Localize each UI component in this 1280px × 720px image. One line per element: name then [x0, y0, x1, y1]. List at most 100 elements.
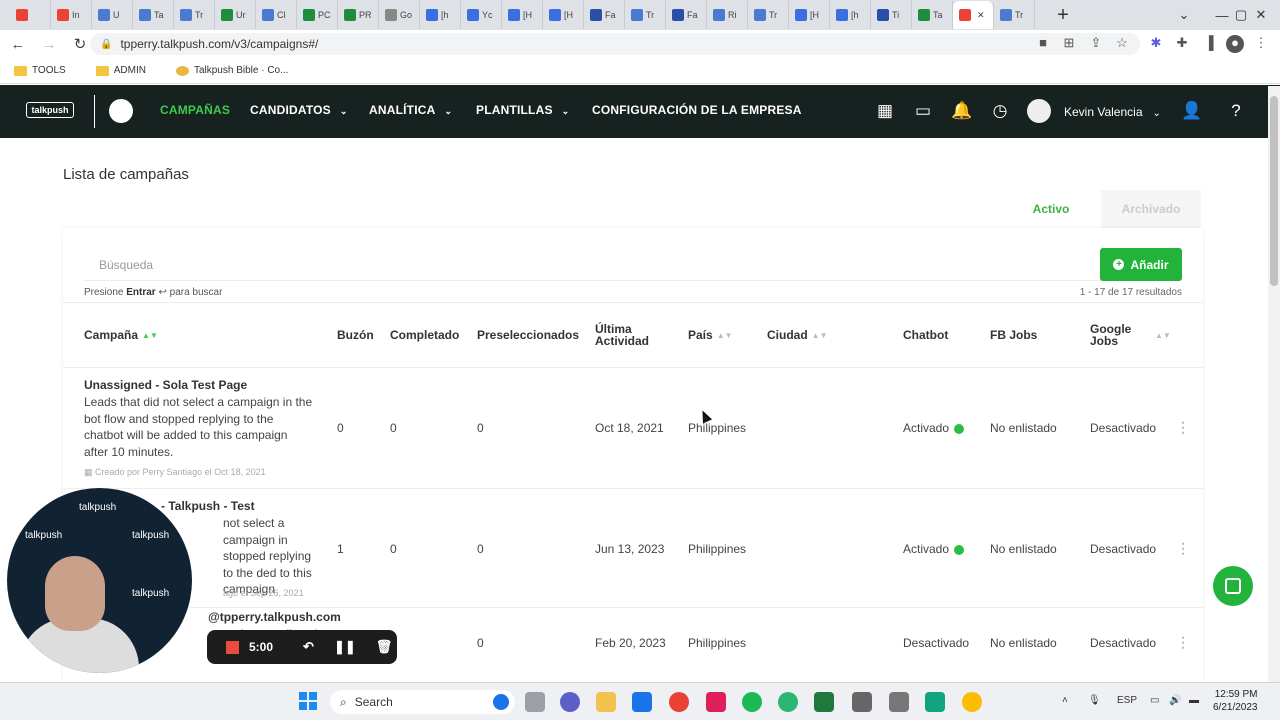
menu-dots-icon[interactable]: ⋮	[1252, 35, 1270, 53]
trash-icon[interactable]: 🗑	[376, 639, 393, 655]
share-icon[interactable]: ⇪	[1087, 35, 1105, 53]
browser-tab[interactable]: U	[92, 1, 133, 29]
taskbar-search[interactable]: ⌕ Search	[330, 690, 515, 714]
shortlisted-count[interactable]: 0	[477, 636, 484, 650]
chat-launcher-button[interactable]	[1213, 566, 1253, 606]
volume-icon[interactable]: 🔊	[1169, 695, 1181, 706]
completed-count[interactable]: 0	[390, 421, 397, 435]
network-icon[interactable]: ▭	[1150, 695, 1159, 706]
calendar-icon[interactable]: ▦	[874, 100, 896, 122]
url-field[interactable]: 🔒 tpperry.talkpush.com/v3/campaigns#/	[90, 33, 1140, 55]
file-explorer-icon[interactable]	[525, 692, 545, 712]
bookmark-tools[interactable]: TOOLS	[14, 65, 66, 76]
nav-company-settings[interactable]: CONFIGURACIÓN DE LA EMPRESA	[592, 103, 802, 117]
inbox-count[interactable]: 0	[337, 421, 344, 435]
stop-record-icon[interactable]	[226, 640, 239, 654]
table-row[interactable]: Unassigned - Sola Test Page Leads that d…	[63, 368, 1203, 489]
user-settings-icon[interactable]: 👤	[1181, 100, 1203, 122]
extension-icon[interactable]: ✱	[1147, 35, 1165, 53]
browser-tab[interactable]: Tr	[748, 1, 789, 29]
browser-tab[interactable]	[10, 1, 51, 29]
browser-tab[interactable]: [h	[420, 1, 461, 29]
browser-tab[interactable]: Ta	[133, 1, 174, 29]
battery-icon[interactable]: ▬	[1189, 695, 1199, 706]
microphone-icon[interactable]: 🎙	[1088, 695, 1101, 706]
browser-tab[interactable]: Cl	[256, 1, 297, 29]
nav-campaigns[interactable]: CAMPAÑAS	[160, 103, 230, 117]
bookmark-admin[interactable]: ADMIN	[95, 65, 146, 76]
campaign-name[interactable]: Unassigned - Sola Test Page	[84, 378, 247, 392]
shortlisted-count[interactable]: 0	[477, 421, 484, 435]
browser-tab[interactable]: Tr	[994, 1, 1035, 29]
talkpush-logo[interactable]: talkpush	[26, 102, 74, 118]
close-tab-icon[interactable]: ✕	[977, 10, 985, 21]
puzzle-icon[interactable]: ✚	[1173, 35, 1191, 53]
browser-tab[interactable]: Tr	[174, 1, 215, 29]
col-country[interactable]: País ▲▼	[688, 329, 733, 342]
avatar[interactable]	[1027, 99, 1051, 123]
search-input[interactable]: Búsqueda	[99, 258, 153, 272]
pause-icon[interactable]: ❚❚	[334, 639, 356, 655]
chatbot-status[interactable]: Desactivado	[903, 636, 969, 650]
browser-tab[interactable]: ✕	[953, 1, 994, 29]
teams-icon[interactable]	[560, 692, 580, 712]
tool-icon[interactable]	[889, 692, 909, 712]
help-icon[interactable]: ?	[1225, 100, 1247, 122]
language-indicator[interactable]: ESP	[1117, 695, 1137, 706]
bell-icon[interactable]: 🔔	[951, 100, 973, 122]
browser-tab[interactable]: Yc	[461, 1, 502, 29]
sidebar-icon[interactable]: ▐	[1200, 35, 1218, 53]
scrollbar-thumb[interactable]	[1270, 96, 1278, 286]
profile-icon[interactable]: ●	[1226, 35, 1244, 53]
browser-tab[interactable]: Fa	[666, 1, 707, 29]
col-google-jobs[interactable]: Google Jobs	[1090, 323, 1140, 347]
bookmark-talkpush-bible[interactable]: Talkpush Bible · Co...	[175, 65, 288, 76]
browser-tab[interactable]: Tr	[625, 1, 666, 29]
add-campaign-button[interactable]: + Añadir	[1100, 248, 1182, 281]
back-icon[interactable]: ←	[5, 36, 31, 53]
browser-tab[interactable]: Ti	[871, 1, 912, 29]
browser-tab[interactable]: [H	[543, 1, 584, 29]
browser-tab[interactable]: Ta	[912, 1, 953, 29]
feedback-icon[interactable]: ▭	[912, 100, 934, 122]
browser-tab[interactable]: PR	[338, 1, 379, 29]
col-city[interactable]: Ciudad ▲▼	[767, 329, 828, 342]
company-logo-circle[interactable]	[109, 99, 133, 123]
folder-icon[interactable]	[596, 692, 616, 712]
browser-tab[interactable]: Ur	[215, 1, 256, 29]
bookmark-star-icon[interactable]: ☆	[1113, 35, 1131, 53]
chrome-icon[interactable]	[669, 692, 689, 712]
chatbot-status[interactable]: Activado	[903, 542, 965, 556]
browser-tab[interactable]: Go	[379, 1, 420, 29]
tab-search-chevron-icon[interactable]: ⌄	[1165, 0, 1203, 30]
browser-tab[interactable]: [H	[789, 1, 830, 29]
keyboard-icon[interactable]	[852, 692, 872, 712]
inbox-count[interactable]: 1	[337, 542, 344, 556]
col-google-jobs-sort[interactable]: ▲▼	[1151, 329, 1171, 342]
row-menu-icon[interactable]: ⋮	[1176, 634, 1190, 651]
shortlisted-count[interactable]: 0	[477, 542, 484, 556]
close-window-icon[interactable]: ✕	[1242, 0, 1280, 30]
nav-candidates[interactable]: CANDIDATOS ⌄	[250, 103, 348, 117]
row-menu-icon[interactable]: ⋮	[1176, 540, 1190, 557]
new-tab-icon[interactable]: +	[1053, 4, 1073, 27]
page-scrollbar[interactable]	[1268, 86, 1280, 682]
user-menu[interactable]: Kevin Valencia ⌄	[1064, 105, 1161, 119]
history-icon[interactable]: ◷	[989, 100, 1011, 122]
taskbar-clock[interactable]: 12:59 PM 6/21/2023	[1213, 688, 1258, 714]
nav-analytics[interactable]: ANALÍTICA ⌄	[369, 103, 452, 117]
browser-tab[interactable]: Fa	[584, 1, 625, 29]
chrome-active-icon[interactable]	[962, 692, 982, 712]
undo-icon[interactable]: ↶	[303, 639, 314, 655]
browser-tab[interactable]: [h	[830, 1, 871, 29]
recorder-app-icon[interactable]	[925, 692, 945, 712]
col-campaign[interactable]: Campaña ▲▼	[84, 329, 158, 342]
app-icon[interactable]	[778, 692, 798, 712]
camera-icon[interactable]: ■	[1034, 35, 1052, 53]
nav-templates[interactable]: PLANTILLAS ⌄	[476, 103, 569, 117]
campaign-name[interactable]: - Talkpush - Test	[161, 499, 255, 513]
slack-icon[interactable]	[706, 692, 726, 712]
forward-icon[interactable]: →	[36, 36, 62, 53]
tab-archived[interactable]: Archivado	[1101, 190, 1201, 228]
campaign-name[interactable]: @tpperry.talkpush.com	[208, 610, 341, 624]
